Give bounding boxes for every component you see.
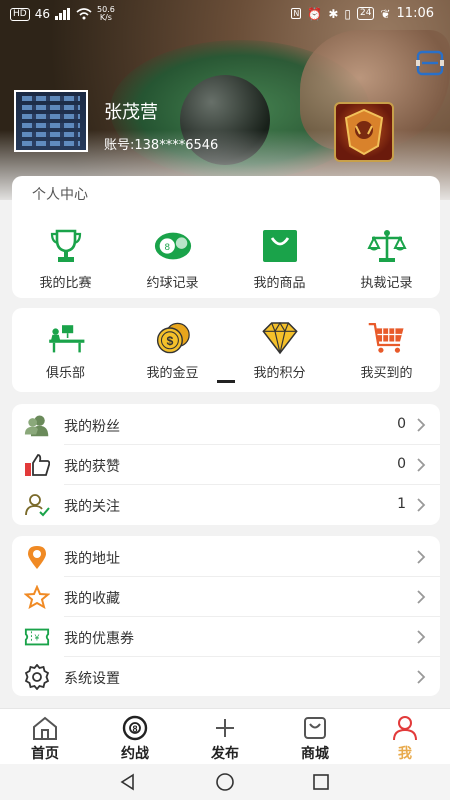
- vibrate-icon: ▯: [344, 6, 352, 21]
- list-item-favorites[interactable]: 我的收藏: [12, 576, 440, 617]
- referee-records-label: 执裁记录: [360, 276, 413, 291]
- system-nav-bar: [0, 764, 450, 800]
- likes-count: 0: [397, 456, 406, 472]
- rank-badge-icon[interactable]: [334, 102, 394, 162]
- tab-publish[interactable]: 发布: [180, 709, 270, 764]
- star-icon: [24, 585, 50, 609]
- chevron-right-icon: [417, 670, 426, 684]
- chevron-right-icon: [417, 458, 426, 472]
- chevron-right-icon: [417, 630, 426, 644]
- follow-icon: [24, 493, 50, 517]
- thumbs-up-icon: [24, 453, 50, 477]
- tab-challenge[interactable]: 8 约战: [90, 709, 180, 764]
- purchased-label: 我买到的: [360, 366, 413, 381]
- club-label: 俱乐部: [45, 366, 85, 381]
- svg-text:8: 8: [132, 724, 137, 734]
- personal-center-card: 个人中心 我的比赛 8 约球记录 我的商品 执裁记录: [12, 176, 440, 298]
- username: 张茂营: [104, 102, 158, 123]
- tab-me[interactable]: 我: [360, 709, 450, 764]
- referee-records-button[interactable]: 执裁记录: [333, 226, 440, 291]
- purchased-button[interactable]: 我买到的: [333, 318, 440, 381]
- shopping-bag-icon: [260, 226, 300, 266]
- social-list-card: 我的粉丝 0 我的获赞 0 我的关注 1: [12, 404, 440, 525]
- my-matches-button[interactable]: 我的比赛: [12, 226, 119, 291]
- gear-icon: [24, 664, 50, 690]
- network-speed: 50.6 K/s: [96, 5, 115, 22]
- following-count: 1: [397, 496, 406, 512]
- avatar[interactable]: [14, 90, 88, 152]
- svg-text:8: 8: [164, 242, 169, 253]
- my-points-label: 我的积分: [253, 366, 306, 381]
- chevron-right-icon: [417, 550, 426, 564]
- billiard-ball-icon: 8: [153, 226, 193, 266]
- wifi-icon: [76, 8, 92, 20]
- list-item-fans[interactable]: 我的粉丝 0: [12, 404, 440, 445]
- club-button[interactable]: 俱乐部: [12, 318, 119, 381]
- list-item-address[interactable]: 我的地址: [12, 536, 440, 577]
- nfc-icon: N: [291, 8, 302, 19]
- my-products-label: 我的商品: [253, 276, 306, 291]
- battery-indicator: 24: [357, 7, 375, 20]
- match-records-button[interactable]: 8 约球记录: [119, 226, 226, 291]
- my-matches-label: 我的比赛: [39, 276, 92, 291]
- back-icon[interactable]: [118, 772, 138, 792]
- list-item-following[interactable]: 我的关注 1: [12, 484, 440, 525]
- user-icon: [391, 715, 419, 741]
- gold-beans-button[interactable]: $ 我的金豆: [119, 318, 226, 381]
- chevron-right-icon: [417, 590, 426, 604]
- account-number: 账号:138****6546: [104, 138, 219, 153]
- signal-icon: [54, 8, 70, 20]
- settings-list-card: 我的地址 我的收藏 ¥ 我的优惠券 系统设置: [12, 536, 440, 696]
- trophy-icon: [46, 226, 86, 266]
- gold-coins-icon: $: [153, 318, 193, 358]
- scales-icon: [366, 226, 407, 266]
- scan-icon[interactable]: [416, 50, 444, 76]
- signal-label: 46: [34, 7, 50, 21]
- eight-ball-icon: 8: [121, 715, 149, 741]
- bottom-tab-bar: 首页 8 约战 发布 商城 我: [0, 708, 450, 764]
- fans-count: 0: [397, 416, 406, 432]
- recents-icon[interactable]: [311, 772, 331, 792]
- location-icon: [24, 545, 50, 569]
- clock: 11:06: [396, 6, 434, 21]
- fans-icon: [24, 413, 50, 437]
- diamond-icon: [260, 318, 300, 358]
- leaf-icon: ❦: [380, 6, 391, 21]
- page-indicator: [217, 380, 235, 383]
- tab-shop[interactable]: 商城: [270, 709, 360, 764]
- home-icon: [31, 715, 59, 741]
- svg-text:¥: ¥: [34, 633, 40, 643]
- bluetooth-icon: ✱: [328, 6, 339, 21]
- match-records-label: 约球记录: [146, 276, 199, 291]
- personal-center-title: 个人中心: [32, 187, 88, 203]
- list-item-coupons[interactable]: ¥ 我的优惠券: [12, 616, 440, 657]
- home-circle-icon[interactable]: [215, 772, 235, 792]
- alarm-icon: ⏰: [307, 6, 323, 21]
- shop-bag-icon: [301, 715, 329, 741]
- hd-indicator: HD: [10, 7, 30, 21]
- chevron-right-icon: [417, 498, 426, 512]
- svg-text:$: $: [166, 334, 173, 348]
- my-points-button[interactable]: 我的积分: [226, 318, 333, 381]
- shopping-cart-icon: [367, 318, 407, 358]
- chevron-right-icon: [417, 418, 426, 432]
- status-bar: HD 46 50.6 K/s N ⏰ ✱ ▯ 24 ❦ 11:06: [0, 0, 450, 28]
- my-products-button[interactable]: 我的商品: [226, 226, 333, 291]
- list-item-likes[interactable]: 我的获赞 0: [12, 444, 440, 485]
- gold-beans-label: 我的金豆: [146, 366, 199, 381]
- list-item-settings[interactable]: 系统设置: [12, 656, 440, 697]
- club-icon: [46, 318, 86, 358]
- plus-icon: [211, 715, 239, 741]
- tab-home[interactable]: 首页: [0, 709, 90, 764]
- coupon-icon: ¥: [24, 625, 50, 649]
